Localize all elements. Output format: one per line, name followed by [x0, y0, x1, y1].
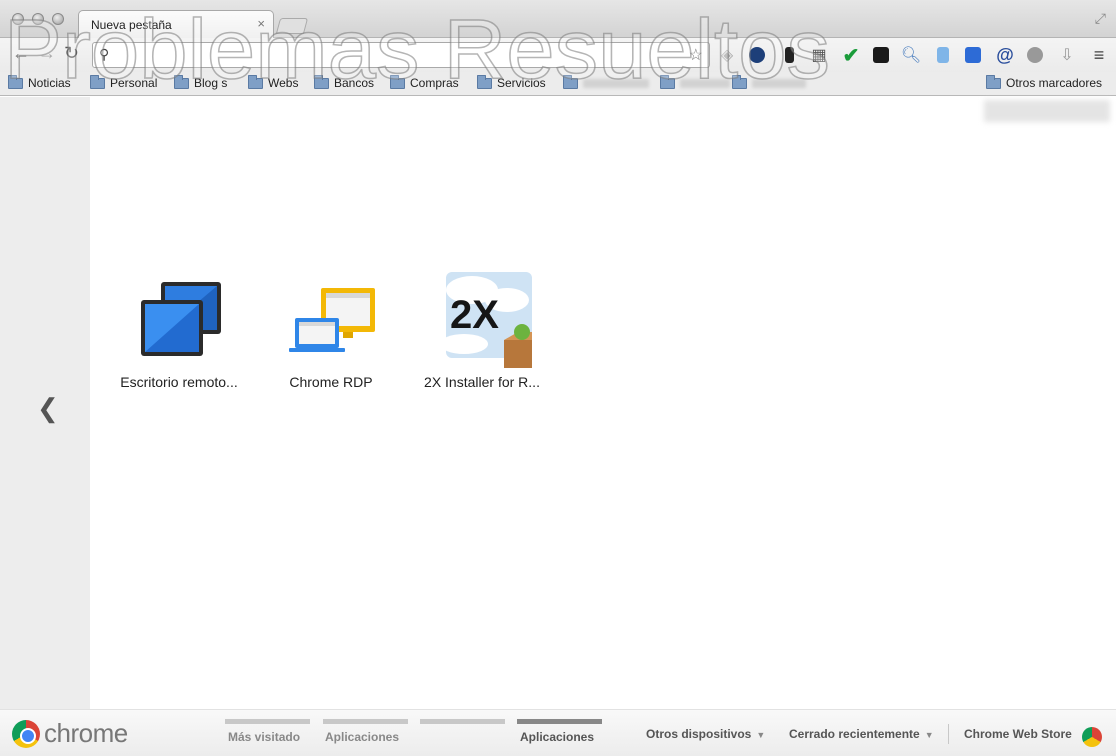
- bookmark-label: Compras: [410, 76, 459, 90]
- bookmark-label: Webs: [268, 76, 299, 90]
- folder-icon: [986, 74, 1001, 89]
- bookmark-label: Blog s: [194, 76, 228, 90]
- web-store-icon[interactable]: [1082, 727, 1102, 747]
- download-icon[interactable]: ⇩: [1056, 44, 1078, 66]
- footer-divider: [948, 724, 949, 744]
- folder-icon: [90, 74, 105, 89]
- bookmark-label: Noticias: [28, 76, 71, 90]
- tab-close-icon[interactable]: ×: [257, 16, 265, 31]
- tab-mas-visitado[interactable]: Más visitado: [228, 730, 300, 744]
- bookmark-label: Servicios: [497, 76, 546, 90]
- bookmark-blurred-3[interactable]: [732, 74, 806, 91]
- forward-arrow-icon[interactable]: →: [38, 43, 56, 64]
- page-indicator-apps-1[interactable]: [323, 719, 408, 724]
- chevron-down-icon: ▼: [924, 730, 934, 740]
- tab-title: Nueva pestaña: [91, 18, 172, 32]
- menu-icon[interactable]: ≡: [1088, 44, 1110, 66]
- page-icon[interactable]: [932, 44, 954, 66]
- phone-icon[interactable]: [778, 44, 800, 66]
- search-icon: ⚲: [99, 46, 110, 62]
- magnifier-icon[interactable]: 🔍︎: [900, 44, 922, 66]
- signed-in-user-blurred: [984, 100, 1110, 122]
- bookmark-label: Bancos: [334, 76, 375, 90]
- minimize-window-button[interactable]: [32, 13, 44, 25]
- close-window-button[interactable]: [12, 13, 24, 25]
- folder-icon: [660, 74, 675, 89]
- bookmark-star-icon[interactable]: ☆: [689, 45, 703, 65]
- bookmark-folder-bancos[interactable]: Bancos: [314, 74, 375, 91]
- page-indicator-apps-2[interactable]: [517, 719, 602, 724]
- folder-icon: [314, 74, 329, 89]
- bookmark-blurred-2[interactable]: [660, 74, 730, 91]
- bookmarks-bar: [0, 72, 1116, 96]
- app-2x-installer[interactable]: 2X 2X Installer for R...: [407, 270, 557, 390]
- blurred-label: [752, 78, 806, 88]
- bookmark-folder-personal[interactable]: Personal: [90, 74, 158, 91]
- tab-aplicaciones-1[interactable]: Aplicaciones: [325, 730, 399, 744]
- bookmark-label: Personal: [110, 76, 158, 90]
- blurred-label: [583, 78, 649, 88]
- folder-icon: [563, 74, 578, 89]
- other-devices-menu[interactable]: Otros dispositivos ▼: [646, 727, 765, 741]
- bookmark-folder-webs[interactable]: Webs: [248, 74, 299, 91]
- fullscreen-icon[interactable]: ⤢: [1095, 10, 1106, 27]
- folder-icon: [477, 74, 492, 89]
- chevron-down-icon: ▼: [756, 730, 766, 740]
- tab-aplicaciones-2[interactable]: Aplicaciones: [520, 730, 594, 744]
- folder-icon: [390, 74, 405, 89]
- app-label: 2X Installer for R...: [424, 374, 540, 390]
- app-label: Chrome RDP: [289, 374, 373, 390]
- network-icon[interactable]: [870, 44, 892, 66]
- grid-icon[interactable]: ▦: [808, 44, 830, 66]
- web-store-link[interactable]: Chrome Web Store: [964, 727, 1072, 741]
- folder-icon: [8, 74, 23, 89]
- film-icon[interactable]: [1024, 44, 1046, 66]
- screen-icon[interactable]: [962, 44, 984, 66]
- app-remote-desktop[interactable]: Escritorio remoto...: [104, 270, 254, 390]
- recently-closed-menu[interactable]: Cerrado recientemente ▼: [789, 727, 934, 741]
- page-indicator-most-visited[interactable]: [225, 719, 310, 724]
- bookmark-folder-otros[interactable]: Otros marcadores: [986, 74, 1103, 91]
- address-input[interactable]: [119, 45, 679, 65]
- omnibox[interactable]: ⚲ ☆: [92, 42, 710, 68]
- blurred-label: [680, 78, 730, 88]
- remote-desktop-icon: [129, 270, 229, 370]
- recently-closed-label: Cerrado recientemente: [789, 727, 920, 741]
- 2x-installer-icon: 2X: [432, 270, 544, 370]
- app-label: Escritorio remoto...: [120, 374, 238, 390]
- new-tab-button[interactable]: [275, 18, 309, 34]
- zoom-window-button[interactable]: [52, 13, 64, 25]
- previous-page-chevron-icon[interactable]: ❮: [37, 393, 59, 424]
- bookmark-folder-compras[interactable]: Compras: [390, 74, 459, 91]
- page-indicator-blank[interactable]: [420, 719, 505, 724]
- bookmark-folder-noticias[interactable]: Noticias: [8, 74, 71, 91]
- folder-icon: [732, 74, 747, 89]
- tab-new-tab[interactable]: Nueva pestaña ×: [78, 10, 274, 39]
- folder-icon: [248, 74, 263, 89]
- back-arrow-icon[interactable]: ←: [12, 43, 30, 64]
- bookmark-blurred-1[interactable]: [563, 74, 649, 91]
- check-icon[interactable]: ✔: [840, 44, 862, 67]
- other-devices-label: Otros dispositivos: [646, 727, 752, 741]
- bookmark-folder-blogs[interactable]: Blog s: [174, 74, 228, 91]
- bookmark-label: Otros marcadores: [1006, 76, 1103, 90]
- folder-icon: [174, 74, 189, 89]
- 2x-badge-text: 2X: [450, 293, 499, 337]
- at-icon[interactable]: @: [994, 44, 1016, 66]
- globe-icon[interactable]: [746, 44, 768, 66]
- reload-icon[interactable]: ↻: [64, 43, 79, 64]
- app-chrome-rdp[interactable]: Chrome RDP: [256, 270, 406, 390]
- location-icon[interactable]: ◈: [716, 44, 738, 66]
- chrome-wordmark: chrome: [44, 718, 128, 748]
- chrome-logo-icon: [12, 720, 40, 748]
- bookmark-folder-servicios[interactable]: Servicios: [477, 74, 546, 91]
- chrome-rdp-icon: [281, 270, 381, 370]
